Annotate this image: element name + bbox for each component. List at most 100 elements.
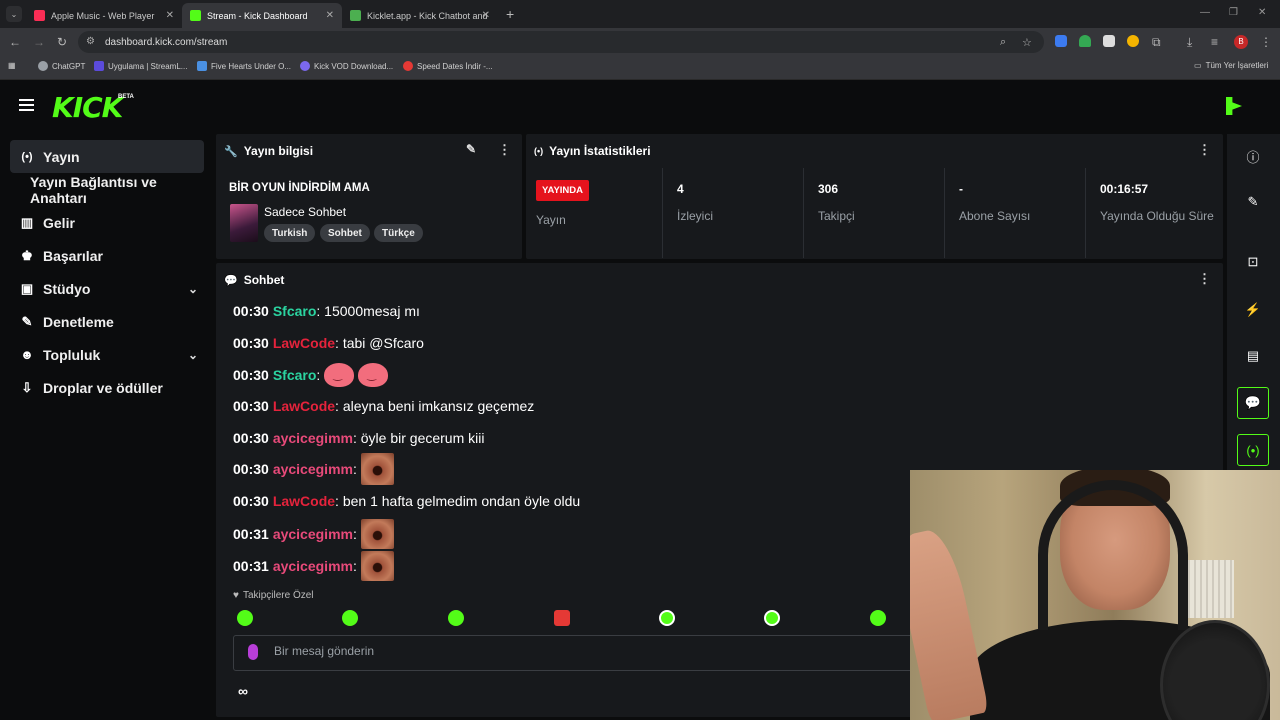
emote-blob[interactable] [358,363,389,387]
forward-icon[interactable]: → [33,35,45,49]
download-icon[interactable]: ⤓ [1187,35,1192,50]
tag[interactable]: Sohbet [320,224,370,242]
message-username[interactable]: Sfcaro [273,367,317,383]
message-time: 00:30 [233,367,269,383]
message-username[interactable]: Sfcaro [273,303,317,319]
emote-picker-icon[interactable] [342,610,358,626]
bookmark-streamlabs[interactable]: Uygulama | StreamL... [94,61,187,71]
emote-picker-icon[interactable] [870,610,886,626]
apps-icon[interactable]: ▦ [8,61,16,70]
extension-icon[interactable] [1055,35,1067,47]
microphone-icon[interactable] [248,644,258,660]
sidebar-item-studyo[interactable]: ▣ Stüdyo ⌄ [10,272,204,305]
close-tab-icon[interactable]: ✕ [482,10,490,21]
emote-face[interactable] [360,551,394,581]
chat-toggle-icon[interactable]: 💬 [1237,387,1269,419]
chat-settings-icon[interactable]: ∞ [238,683,248,699]
close-tab-icon[interactable]: ✕ [326,10,334,21]
chevron-down-icon[interactable]: ⌄ [188,282,198,296]
lightning-icon[interactable]: ⚡ [1237,294,1269,326]
chat-input-box[interactable] [233,635,913,671]
kick-logo[interactable]: KICK [52,91,123,124]
new-tab-button[interactable]: + [506,6,514,22]
sidebar-item-droplar[interactable]: ⇩ Droplar ve ödüller [10,371,204,404]
sidebar-item-gelir[interactable]: ▥ Gelir [10,206,204,239]
tab-search-button[interactable]: ⌄ [6,6,22,22]
sidebar-item-stream-key[interactable]: Yayın Bağlantısı ve Anahtarı [10,173,204,206]
edit-icon[interactable]: ✎ [1237,186,1269,218]
bookmark-five-hearts[interactable]: Five Hearts Under O... [197,61,291,71]
message-username[interactable]: aycicegimm [273,558,353,574]
chat-message-input[interactable] [274,644,874,658]
chat-message[interactable]: 00:30 aycicegimm: [233,453,394,485]
sidebar-item-yayin[interactable]: (•) Yayın [10,140,204,173]
emote-blob[interactable] [324,363,355,387]
more-options-icon[interactable]: ⋮ [1198,271,1211,287]
chat-message[interactable]: 00:30 LawCode: ben 1 hafta gelmedim onda… [233,493,580,509]
stream-toggle-icon[interactable]: (•) [1237,434,1269,466]
message-username[interactable]: aycicegimm [273,526,353,542]
emote-picker-icon[interactable] [448,610,464,626]
sidebar-item-topluluk[interactable]: ☻ Topluluk ⌄ [10,338,204,371]
bookmark-chatgpt[interactable]: ChatGPT [38,61,85,71]
minimize-button[interactable]: — [1200,7,1210,18]
zoom-icon[interactable]: ⌕ [1000,36,1006,49]
message-username[interactable]: LawCode [273,493,335,509]
tab-kick-dashboard[interactable]: Stream - Kick Dashboard ✕ [182,3,342,28]
extensions-puzzle-icon[interactable]: ⧉ [1152,35,1161,50]
emote-face[interactable] [360,453,394,485]
restore-button[interactable]: ❐ [1229,7,1238,18]
emote-picker-icon[interactable] [764,610,780,626]
tab-kicklet[interactable]: Kicklet.app - Kick Chatbot and ✕ [342,3,498,28]
heart-icon: ♥ [233,590,239,601]
message-time: 00:30 [233,430,269,446]
tab-apple-music[interactable]: Apple Music - Web Player ✕ [26,3,182,28]
extension-icon[interactable] [1127,35,1139,47]
kick-studio-icon[interactable] [1226,97,1242,115]
menu-icon[interactable]: ⋮ [1260,35,1272,49]
profile-avatar[interactable]: B [1234,35,1248,49]
message-username[interactable]: aycicegimm [273,430,353,446]
close-window-button[interactable]: ✕ [1258,7,1266,18]
chat-message[interactable]: 00:31 aycicegimm: [233,519,394,549]
info-icon[interactable]: ⓘ [1237,140,1269,172]
tag[interactable]: Türkçe [374,224,423,242]
reload-icon[interactable]: ↻ [57,35,67,49]
screenshot-icon[interactable]: ⊡ [1237,246,1269,278]
bookmark-kick-vod[interactable]: Kick VOD Download... [300,61,393,71]
emote-picker-icon[interactable] [659,610,675,626]
more-options-icon[interactable]: ⋮ [498,142,511,158]
emote-picker-icon[interactable] [554,610,570,626]
shield-extension-icon[interactable] [1079,35,1091,47]
edit-icon[interactable]: ✎ [466,142,476,156]
notes-icon[interactable]: ▤ [1237,340,1269,372]
chat-message[interactable]: 00:31 aycicegimm: [233,551,394,581]
media-icon[interactable]: ≡ [1211,35,1218,49]
stat-label: Yayında Olduğu Süre [1100,209,1214,223]
chat-message[interactable]: 00:30 Sfcaro: [233,363,389,387]
category-name[interactable]: Sadece Sohbet [264,205,346,219]
chat-message[interactable]: 00:30 aycicegimm: öyle bir gecerum kiii [233,430,484,446]
all-bookmarks[interactable]: ▭ Tüm Yer İşaretleri [1194,61,1268,70]
message-username[interactable]: aycicegimm [273,461,353,477]
url-field[interactable]: ⚙ dashboard.kick.com/stream ⌕ ☆ [78,31,1044,53]
close-tab-icon[interactable]: ✕ [166,10,174,21]
sidebar-item-basarilar[interactable]: ♚ Başarılar [10,239,204,272]
bookmark-star-icon[interactable]: ☆ [1022,36,1032,49]
more-options-icon[interactable]: ⋮ [1198,142,1211,158]
back-icon[interactable]: ← [9,35,21,49]
emote-picker-icon[interactable] [237,610,253,626]
site-info-icon[interactable]: ⚙ [86,36,95,47]
sidebar-item-denetleme[interactable]: ✎ Denetleme [10,305,204,338]
hamburger-menu-icon[interactable] [19,99,34,114]
chat-message[interactable]: 00:30 LawCode: tabi @Sfcaro [233,335,424,351]
tag[interactable]: Turkish [264,224,316,242]
bookmark-speed-dates[interactable]: Speed Dates İndir -... [403,61,493,71]
chat-message[interactable]: 00:30 LawCode: aleyna beni imkansız geçe… [233,398,534,414]
emote-face[interactable] [360,519,394,549]
chat-message[interactable]: 00:30 Sfcaro: 15000mesaj mı [233,303,420,319]
streamlabs-extension-icon[interactable] [1103,35,1115,47]
message-username[interactable]: LawCode [273,335,335,351]
chevron-down-icon[interactable]: ⌄ [188,348,198,362]
message-username[interactable]: LawCode [273,398,335,414]
